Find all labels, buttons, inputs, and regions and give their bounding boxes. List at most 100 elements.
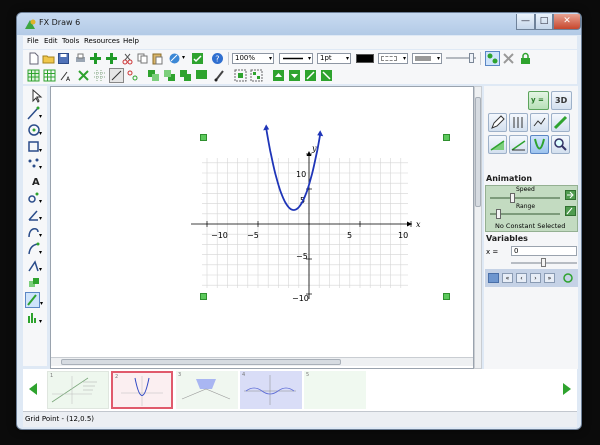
selection-handle[interactable]: [443, 293, 450, 300]
prev-variable-button[interactable]: «: [502, 273, 513, 283]
snap-grid-icon[interactable]: [109, 68, 124, 83]
paste-icon[interactable]: [151, 52, 164, 65]
table-button[interactable]: [509, 113, 528, 132]
curve-tool-icon[interactable]: ▾: [26, 224, 44, 240]
save-icon[interactable]: [57, 52, 70, 65]
snap-points-icon[interactable]: [126, 69, 139, 82]
arc-tool-icon[interactable]: ▾: [26, 241, 44, 257]
line-width-select[interactable]: 1pt ▾: [317, 53, 351, 64]
line-tool-icon[interactable]: ▾: [26, 105, 44, 121]
line-color-swatch[interactable]: [356, 54, 374, 63]
help-icon[interactable]: ?: [211, 52, 224, 65]
bring-to-front-icon[interactable]: [179, 69, 192, 82]
selection-handle[interactable]: [200, 134, 207, 141]
add-object-icon[interactable]: [105, 52, 118, 65]
edit-graph-button[interactable]: [488, 113, 507, 132]
snap-toggle-icon[interactable]: [485, 51, 500, 66]
grid-points-icon[interactable]: [43, 69, 56, 82]
thumbnail-2[interactable]: 2: [111, 371, 173, 409]
thumbnail-5[interactable]: 5: [304, 371, 366, 409]
copy-icon[interactable]: [136, 52, 149, 65]
minimize-button[interactable]: —: [516, 14, 535, 30]
align-bottom-icon[interactable]: [288, 69, 301, 82]
bring-forward-icon[interactable]: [147, 69, 160, 82]
stats-tool-icon[interactable]: ▾: [26, 310, 44, 326]
measure-tool-icon[interactable]: ▾: [26, 258, 44, 274]
threed-button[interactable]: 3D: [551, 91, 572, 110]
check-icon[interactable]: [191, 52, 204, 65]
ungroup-icon[interactable]: [250, 69, 263, 82]
rectangle-tool-icon[interactable]: ▾: [26, 139, 44, 155]
selection-handle[interactable]: [200, 293, 207, 300]
remove-grid-icon[interactable]: [77, 69, 90, 82]
lock-icon[interactable]: [519, 52, 532, 65]
speed-slider-thumb[interactable]: [510, 193, 515, 203]
thumbnail-1[interactable]: 1: [47, 371, 109, 409]
play-button[interactable]: [565, 190, 576, 200]
print-icon[interactable]: [74, 52, 87, 65]
parabola-curve[interactable]: [265, 128, 322, 211]
last-variable-button[interactable]: »: [544, 273, 555, 283]
zoom-button[interactable]: [551, 135, 570, 154]
x-value-slider-thumb[interactable]: [541, 258, 546, 267]
vertical-scrollbar[interactable]: [474, 86, 482, 369]
web-dropdown-icon[interactable]: ▾: [182, 54, 185, 61]
flip-horizontal-icon[interactable]: [304, 69, 317, 82]
parabola-button[interactable]: [530, 135, 549, 154]
inequality-button[interactable]: [488, 135, 507, 154]
circle-tool-icon[interactable]: ▾: [26, 122, 44, 138]
y-equals-button[interactable]: y =: [528, 91, 549, 110]
open-folder-icon[interactable]: [42, 52, 55, 65]
menu-help[interactable]: Help: [123, 37, 139, 45]
grid-icon[interactable]: [27, 69, 40, 82]
close-button[interactable]: ✕: [553, 14, 581, 30]
vertical-scrollbar-thumb[interactable]: [475, 97, 481, 207]
menu-file[interactable]: File: [27, 37, 39, 45]
menu-edit[interactable]: Edit: [44, 37, 58, 45]
horizontal-scrollbar-thumb[interactable]: [61, 359, 341, 365]
scatter-tool-icon[interactable]: ▾: [26, 156, 44, 172]
fill-color-select[interactable]: ▾: [412, 53, 442, 64]
range-slider-thumb[interactable]: [496, 209, 501, 219]
menu-tools[interactable]: Tools: [62, 37, 79, 45]
brush-icon[interactable]: [213, 69, 226, 82]
selection-handle[interactable]: [443, 134, 450, 141]
new-file-icon[interactable]: [27, 52, 40, 65]
transparency-slider-thumb[interactable]: [469, 53, 474, 63]
arrow-right-icon[interactable]: [561, 381, 573, 397]
axis-label-icon[interactable]: A: [59, 69, 72, 82]
send-to-back-icon[interactable]: [195, 69, 208, 82]
first-variable-button[interactable]: [488, 273, 499, 283]
point-tool-icon[interactable]: ▾: [26, 190, 44, 206]
edit-range-button[interactable]: [565, 206, 576, 216]
line-style-select[interactable]: ▾: [279, 53, 313, 64]
next-variable-button[interactable]: ›: [530, 273, 541, 283]
dot-grid-icon[interactable]: [93, 69, 106, 82]
cut-icon[interactable]: [121, 52, 134, 65]
refresh-icon[interactable]: [562, 272, 574, 284]
speed-slider[interactable]: [490, 197, 560, 199]
add-icon[interactable]: [89, 52, 102, 65]
pointer-icon[interactable]: [26, 88, 44, 104]
group-icon[interactable]: [234, 69, 247, 82]
web-icon[interactable]: [168, 52, 181, 65]
transform-tool-icon[interactable]: [26, 275, 44, 291]
back-variable-button[interactable]: ‹: [516, 273, 527, 283]
thumbnail-4[interactable]: 4: [240, 371, 302, 409]
text-tool-icon[interactable]: A: [26, 173, 44, 189]
menu-resources[interactable]: Resources: [84, 37, 120, 45]
send-backward-icon[interactable]: [163, 69, 176, 82]
delete-x-icon[interactable]: [502, 52, 515, 65]
arrow-left-icon[interactable]: [27, 381, 39, 397]
thumbnail-3[interactable]: 3: [176, 371, 238, 409]
slope-button[interactable]: [509, 135, 528, 154]
line-graph-button[interactable]: [551, 113, 570, 132]
align-top-icon[interactable]: [272, 69, 285, 82]
x-value-input[interactable]: 0: [511, 246, 577, 256]
horizontal-scrollbar[interactable]: [51, 357, 473, 366]
angle-tool-icon[interactable]: ▾: [26, 207, 44, 223]
zoom-select[interactable]: 100% ▾: [232, 53, 274, 64]
maximize-button[interactable]: □: [535, 14, 553, 30]
flip-vertical-icon[interactable]: [320, 69, 333, 82]
drawing-canvas[interactable]: x y −10 −5 5 10 10 5 −5 −10: [50, 86, 474, 369]
